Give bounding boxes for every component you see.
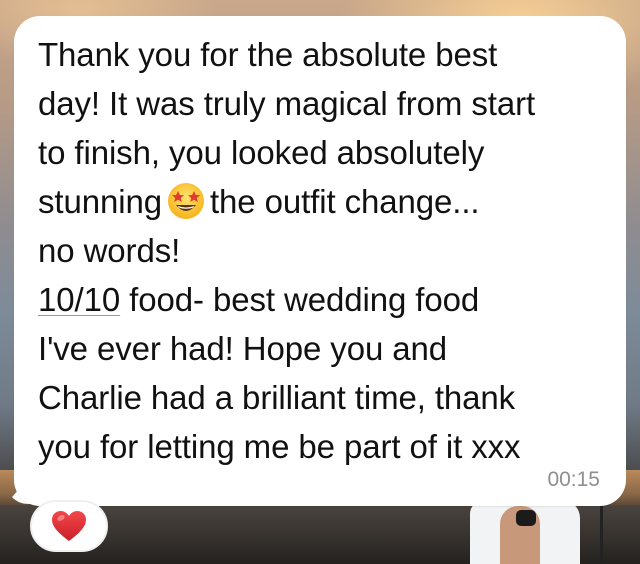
- message-word: food- best wedding food: [120, 281, 480, 318]
- message-line: day! It was truly magical from start: [38, 85, 536, 122]
- message-line-with-emoji: stunning the outfit change...: [38, 177, 616, 226]
- message-word: the outfit change...: [209, 183, 480, 220]
- detected-link[interactable]: 10/10: [38, 281, 120, 318]
- message-word: stunning: [38, 183, 162, 220]
- message-line: you for letting me be part of it xxx: [38, 428, 521, 465]
- heart-reaction[interactable]: [30, 500, 108, 552]
- message-timestamp: 00:15: [547, 468, 600, 491]
- message-line: Charlie had a brilliant time, thank: [38, 379, 516, 416]
- message-text[interactable]: Thank you for the absolute best day! It …: [38, 30, 616, 471]
- red-heart-icon: [52, 511, 86, 541]
- star-struck-emoji-icon: [167, 183, 204, 219]
- wallpaper-watch: [516, 510, 536, 526]
- message-line: Thank you for the absolute best: [38, 36, 498, 73]
- message-line: I've ever had! Hope you and: [38, 330, 448, 367]
- message-line-with-link: 10/10 food- best wedding food: [38, 275, 616, 324]
- message-line: to finish, you looked absolutely: [38, 134, 485, 171]
- message-line: no words!: [38, 232, 181, 269]
